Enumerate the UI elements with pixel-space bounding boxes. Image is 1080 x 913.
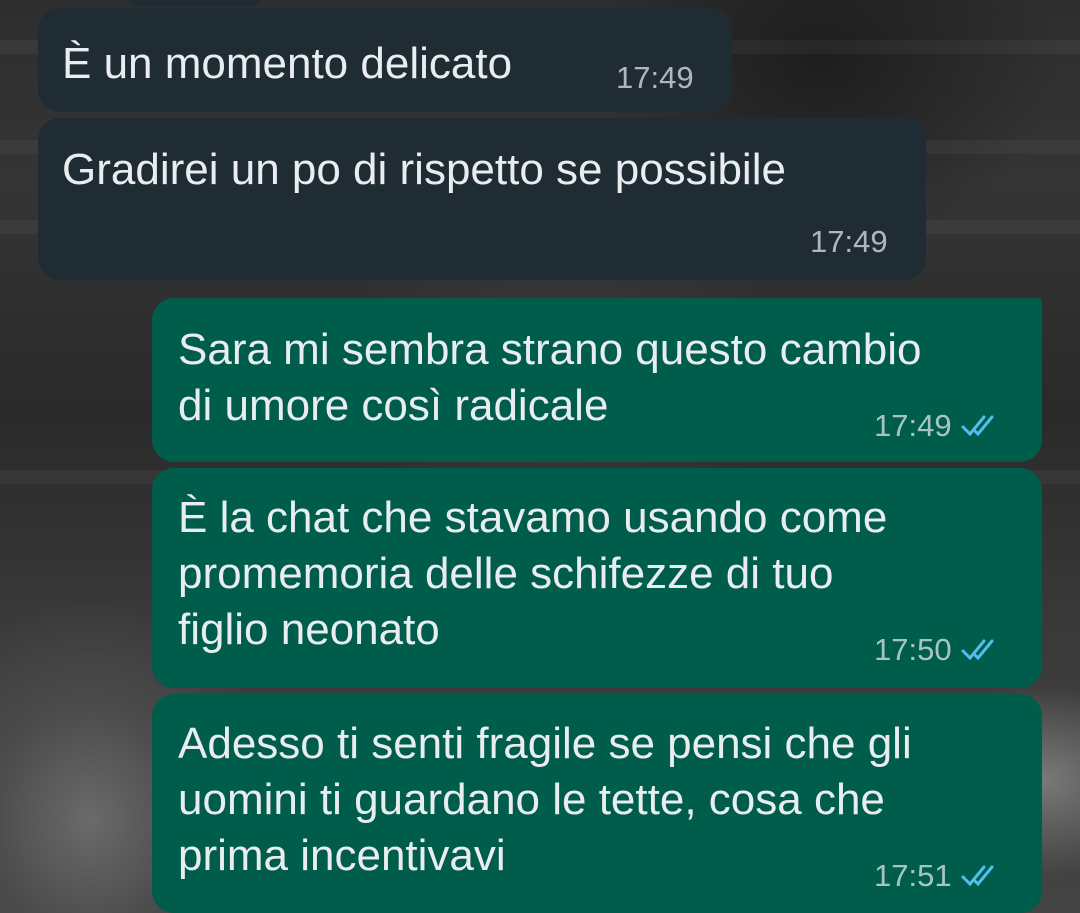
message-bubble-outgoing[interactable]: Sara mi sembra strano questo cambio di u… <box>152 298 1042 462</box>
double-check-icon <box>961 865 994 887</box>
double-check-icon <box>961 415 994 437</box>
message-text: Sara mi sembra strano questo cambio di u… <box>178 325 922 430</box>
message-bubble-incoming[interactable]: È un momento delicato 17:49 <box>38 8 732 112</box>
message-time: 17:51 <box>874 858 952 893</box>
message-meta: 17:50 <box>874 632 1004 668</box>
message-time: 17:49 <box>874 408 952 443</box>
message-text: Adesso ti senti fragile se pensi che gli… <box>178 719 912 880</box>
message-bubble-outgoing[interactable]: È la chat che stavamo usando come promem… <box>152 468 1042 688</box>
previous-message-edge <box>130 0 260 6</box>
message-time: 17:49 <box>616 60 694 95</box>
message-text: È la chat che stavamo usando come promem… <box>178 493 888 654</box>
message-time: 17:49 <box>810 224 888 259</box>
message-time: 17:50 <box>874 632 952 667</box>
message-meta: 17:49 <box>810 224 888 260</box>
double-check-icon <box>961 639 994 661</box>
message-bubble-outgoing[interactable]: Adesso ti senti fragile se pensi che gli… <box>152 694 1042 913</box>
message-text: È un momento delicato <box>62 39 513 88</box>
message-meta: 17:51 <box>874 858 1004 894</box>
message-meta: 17:49 <box>616 60 694 96</box>
message-meta: 17:49 <box>874 408 1004 444</box>
message-text: Gradirei un po di rispetto se possibile <box>62 145 786 194</box>
message-bubble-incoming[interactable]: Gradirei un po di rispetto se possibile … <box>38 118 926 280</box>
